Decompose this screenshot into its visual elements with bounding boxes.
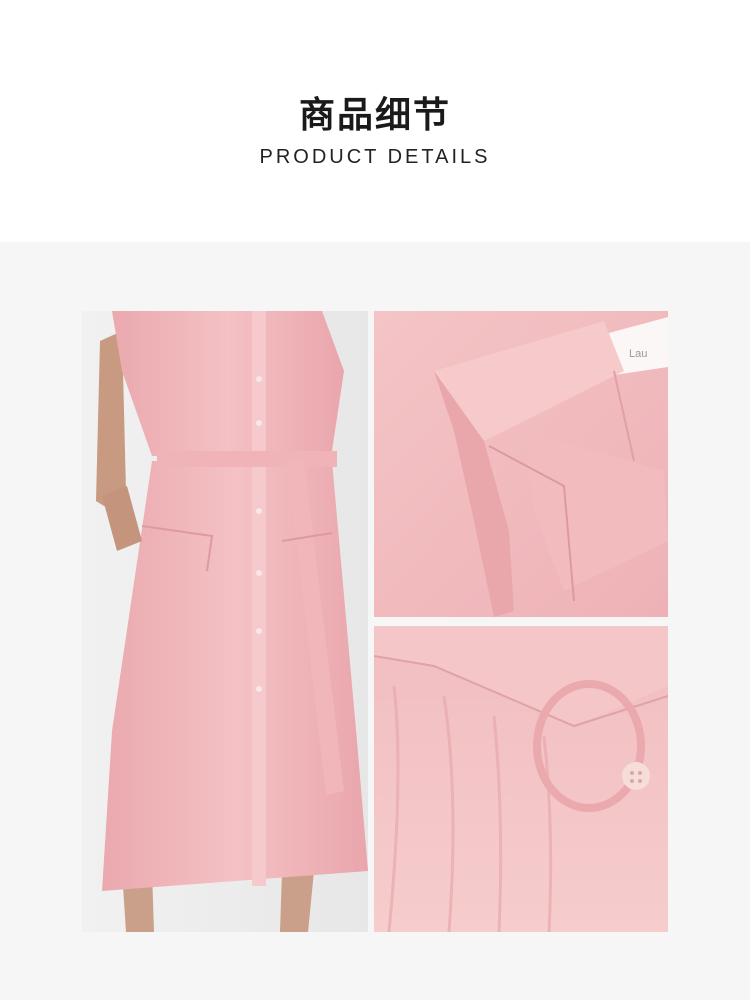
belt-detail-photo <box>374 626 668 932</box>
section-title-cn: 商品细节 <box>298 95 451 136</box>
full-dress-photo <box>82 311 368 932</box>
section-title-en: PRODUCT DETAILS <box>259 146 491 168</box>
collar-label-text: Lau <box>629 348 647 360</box>
collar-detail-photo: Lau <box>374 311 668 617</box>
header: 商品细节 PRODUCT DETAILS <box>0 0 750 242</box>
